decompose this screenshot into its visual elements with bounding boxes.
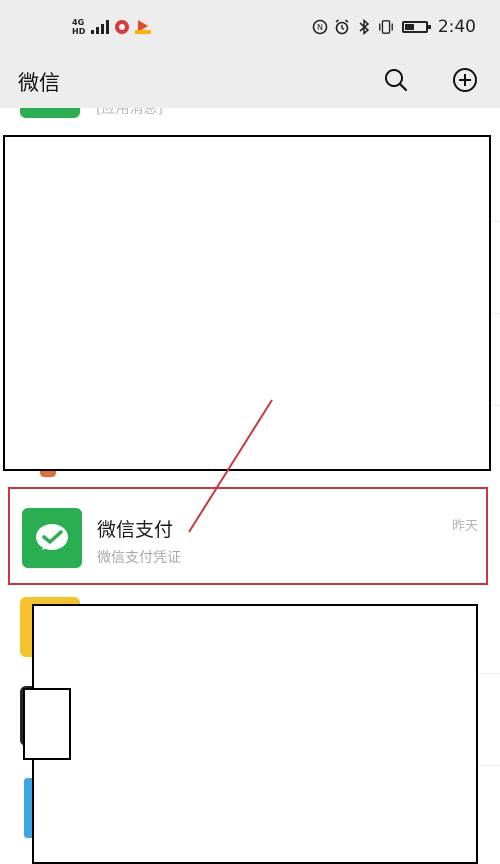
chat-item-wechat-pay[interactable]: 微信支付 微信支付凭证 昨天 — [8, 487, 488, 585]
app-notification-icon — [115, 20, 130, 34]
alarm-icon — [334, 19, 350, 35]
add-button[interactable] — [452, 67, 478, 93]
svg-text:N: N — [317, 23, 323, 32]
redaction-box — [23, 688, 71, 760]
status-time: 2:40 — [437, 17, 476, 37]
network-type-label: 4G — [72, 18, 85, 27]
wechat-pay-icon — [36, 524, 68, 550]
wechat-pay-avatar — [22, 508, 82, 568]
network-subtype-label: HD — [72, 27, 86, 36]
chat-time: 昨天 — [451, 519, 478, 534]
video-app-icon — [135, 20, 152, 34]
chat-preview: 微信支付凭证 — [97, 550, 181, 566]
status-right-group: N 2:40 — [312, 17, 476, 37]
status-left-group: 4G HD — [72, 18, 152, 36]
redaction-box — [3, 135, 491, 471]
page-title: 微信 — [18, 71, 60, 95]
redaction-box — [32, 604, 478, 864]
app-header: 微信 — [0, 58, 500, 108]
battery-icon — [401, 21, 431, 33]
vibrate-icon — [378, 19, 394, 35]
chat-name: 微信支付 — [97, 519, 174, 541]
status-bar: 4G HD N 2:40 — [0, 0, 500, 58]
search-button[interactable] — [383, 67, 409, 93]
plus-circle-icon — [453, 68, 477, 92]
chat-avatar[interactable] — [20, 108, 80, 118]
network-type: 4G HD — [72, 18, 85, 36]
bluetooth-icon — [356, 19, 372, 35]
nfc-icon: N — [312, 19, 328, 35]
search-icon — [385, 69, 408, 92]
signal-icon — [91, 20, 110, 34]
chat-preview: [应用消息] — [96, 108, 163, 117]
